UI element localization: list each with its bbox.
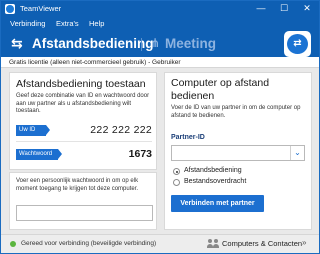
teamviewer-app-icon [5, 4, 15, 14]
control-panel-description: Voer de ID van uw partner in om de compu… [171, 105, 301, 119]
contacts-people-icon [207, 239, 220, 248]
tab-remote-control-label: Afstandsbediening [32, 36, 154, 51]
allow-panel-title: Afstandsbediening toestaan [16, 78, 146, 90]
allow-panel-divider [16, 141, 152, 142]
menu-extras[interactable]: Extra's [56, 19, 79, 28]
control-panel-title: Computer op afstand bedienen [171, 77, 270, 102]
radio-remote-control-label: Afstandsbediening [184, 167, 242, 174]
partner-id-label: Partner-ID [171, 134, 205, 141]
close-button[interactable]: ✕ [296, 1, 318, 17]
radio-file-transfer-button[interactable] [173, 179, 180, 186]
your-id-value[interactable]: 222 222 222 [70, 124, 152, 136]
partner-id-input[interactable]: ⌄ [171, 145, 305, 161]
status-bar: Gereed voor verbinding (beveiligde verbi… [1, 234, 319, 253]
double-chevron-right-icon: » [302, 238, 307, 247]
personal-password-description: Voer een persoonlijk wachtwoord in om op… [16, 178, 139, 192]
connect-to-partner-button[interactable]: Verbinden met partner [171, 195, 264, 212]
radio-file-transfer-label: Bestandsoverdracht [184, 178, 247, 185]
title-bar: TeamViewer — ☐ ✕ [1, 1, 319, 17]
chevron-down-icon[interactable]: ⌄ [290, 146, 304, 160]
license-text: Gratis licentie (alleen niet-commercieel… [9, 59, 181, 66]
radio-remote-control-button[interactable] [173, 168, 180, 175]
password-value[interactable]: 1673 [110, 148, 152, 160]
personal-password-panel: Voer een persoonlijk wachtwoord in om op… [9, 172, 157, 230]
window-title: TeamViewer [20, 4, 62, 13]
teamviewer-window: TeamViewer — ☐ ✕ Verbinding Extra's Help… [0, 0, 320, 254]
allow-remote-control-panel: Afstandsbediening toestaan Geef deze com… [9, 72, 157, 170]
status-indicator-icon [10, 241, 16, 247]
status-text: Gereed voor verbinding (beveiligde verbi… [21, 240, 157, 247]
allow-panel-description: Geef deze combinatie van ID en wachtwoor… [16, 93, 150, 114]
menu-bar: Verbinding Extra's Help [1, 17, 319, 31]
minimize-button[interactable]: — [250, 1, 272, 17]
password-label: Wachtwoord [16, 149, 62, 160]
computers-contacts-label: Computers & Contacten [222, 239, 303, 248]
tab-divider [141, 38, 142, 51]
license-bar: Gratis licentie (alleen niet-commercieel… [1, 57, 319, 68]
main-content: Afstandsbediening toestaan Geef deze com… [1, 68, 319, 234]
mode-tabs: ⇆ Afstandsbediening ⋔ Meeting ⇄ [1, 31, 319, 57]
remote-control-arrows-icon: ⇆ [11, 35, 23, 51]
maximize-button[interactable]: ☐ [273, 1, 295, 17]
control-remote-computer-panel: Computer op afstand bedienen Voer de ID … [164, 72, 312, 230]
menu-verbinding[interactable]: Verbinding [10, 19, 45, 28]
meeting-people-icon: ⋔ [150, 36, 161, 50]
menu-help[interactable]: Help [89, 19, 104, 28]
your-id-label: Uw ID [16, 125, 50, 136]
tab-meeting-label: Meeting [165, 36, 217, 51]
teamviewer-logo-icon: ⇄ [284, 31, 311, 57]
personal-password-input[interactable] [16, 205, 153, 221]
